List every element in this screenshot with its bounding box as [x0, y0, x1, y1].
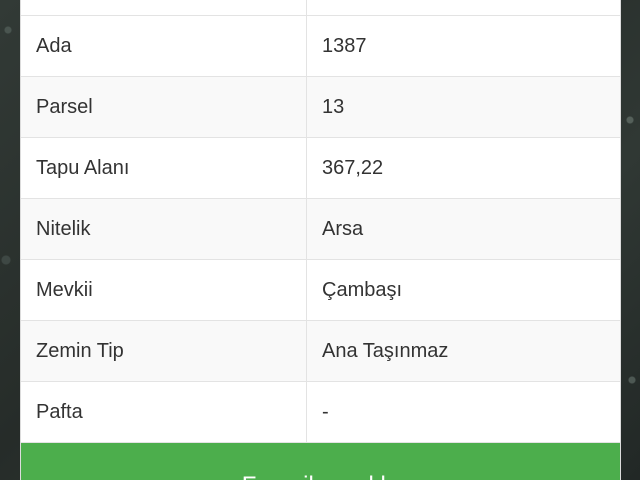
row-value-tapu-alani: 367,22: [306, 137, 620, 199]
row-value: [306, 0, 620, 16]
row-label-pafta: Pafta: [21, 381, 307, 443]
table-row-ada: Ada 1387: [21, 15, 620, 77]
row-label-tapu-alani: Tapu Alanı: [21, 137, 307, 199]
row-value-ada: 1387: [306, 15, 620, 77]
table-row-zemin-tip: Zemin Tip Ana Taşınmaz: [21, 320, 620, 382]
row-label: [21, 0, 307, 16]
row-value-zemin-tip: Ana Taşınmaz: [306, 320, 620, 382]
table-row-mevkii: Mevkii Çambaşı: [21, 259, 620, 321]
row-label-mevkii: Mevkii: [21, 259, 307, 321]
row-value-nitelik: Arsa: [306, 198, 620, 260]
parcel-info-table: Ada 1387 Parsel 13 Tapu Alanı 367,22 Nit…: [21, 0, 620, 443]
table-row-cutoff: [21, 0, 620, 16]
row-value-pafta: -: [306, 381, 620, 443]
row-label-ada: Ada: [21, 15, 307, 77]
row-value-parsel: 13: [306, 76, 620, 138]
row-label-nitelik: Nitelik: [21, 198, 307, 260]
row-value-mevkii: Çambaşı: [306, 259, 620, 321]
row-label-zemin-tip: Zemin Tip: [21, 320, 307, 382]
parcel-info-card: Ada 1387 Parsel 13 Tapu Alanı 367,22 Nit…: [20, 0, 621, 480]
table-row-pafta: Pafta -: [21, 381, 620, 443]
table-row-parsel: Parsel 13: [21, 76, 620, 138]
add-to-favorites-button[interactable]: Favorilere ekle: [21, 443, 620, 480]
table-row-nitelik: Nitelik Arsa: [21, 198, 620, 260]
row-label-parsel: Parsel: [21, 76, 307, 138]
table-row-tapu-alani: Tapu Alanı 367,22: [21, 137, 620, 199]
